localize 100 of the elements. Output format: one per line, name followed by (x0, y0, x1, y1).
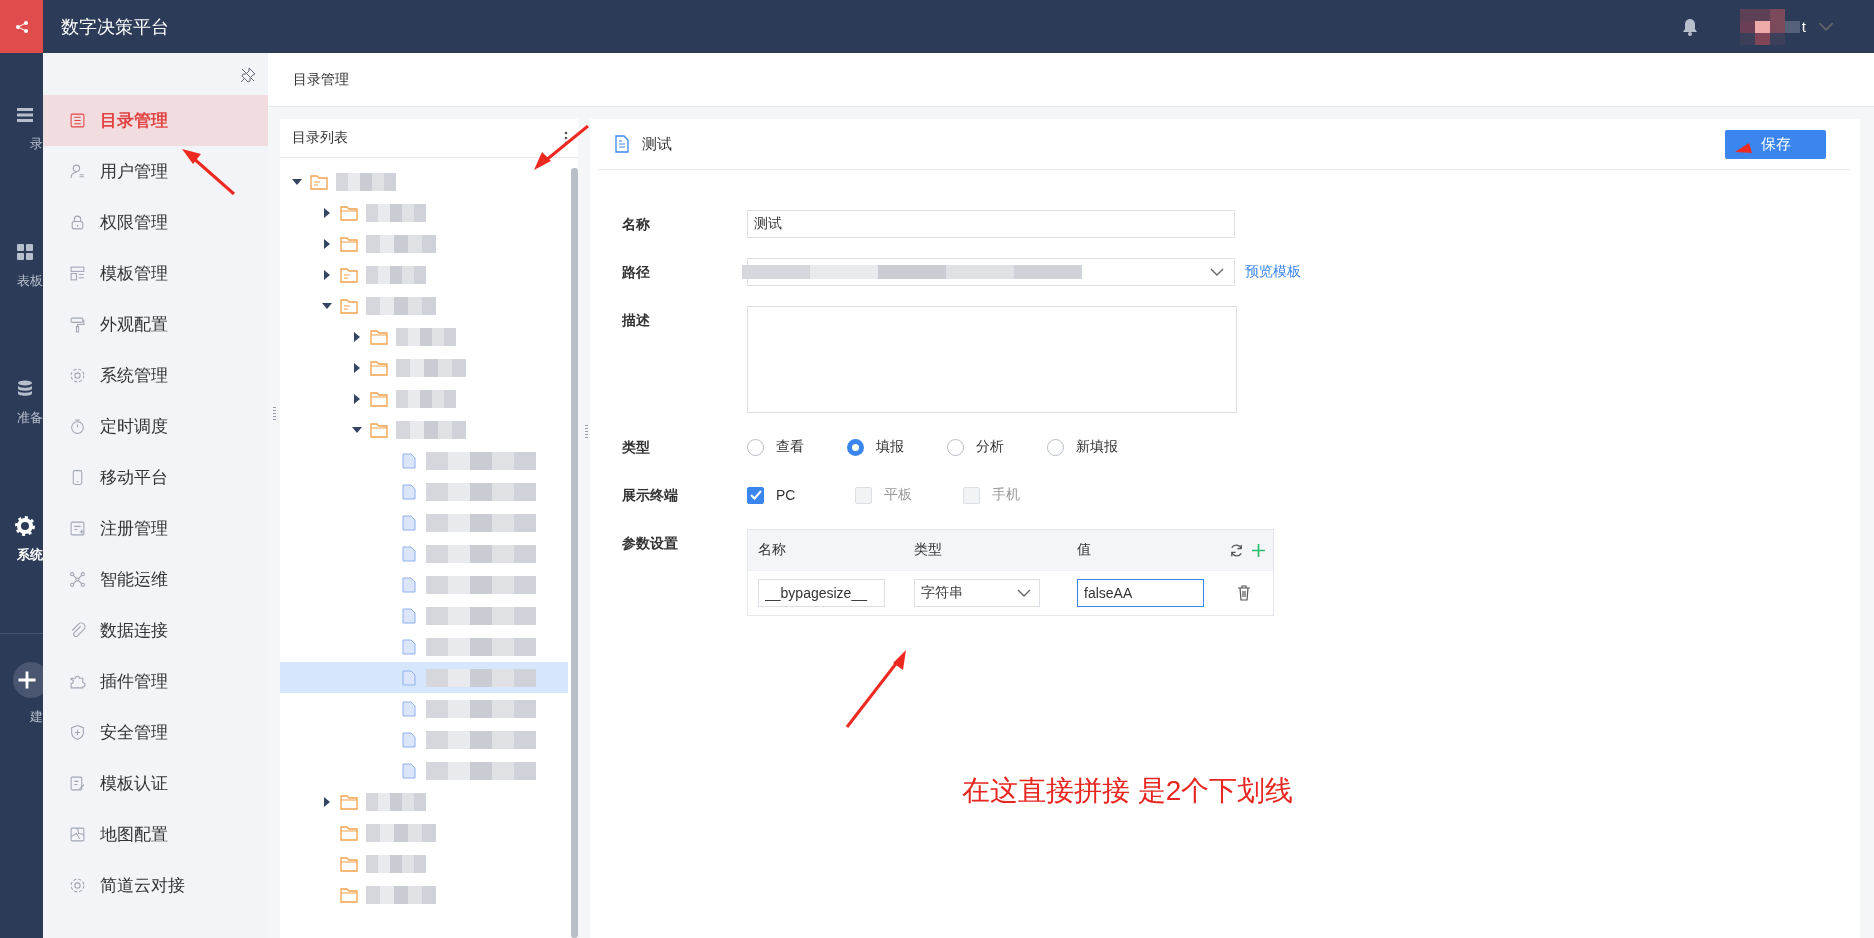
param-value-field[interactable]: falseAA (1077, 579, 1204, 607)
file-icon (400, 607, 418, 624)
folder-icon (370, 359, 388, 376)
gear-icon (69, 367, 86, 384)
nav-item[interactable]: 智能运维 (43, 554, 268, 605)
caret-down-icon[interactable] (292, 176, 302, 187)
rail-item[interactable]: 录 (15, 105, 43, 242)
file-icon (400, 762, 418, 779)
field-label: 路径 (622, 263, 651, 282)
rail-item[interactable]: 表板 (15, 242, 43, 379)
folder-icon (340, 824, 358, 841)
option-label: 手机 (992, 486, 1020, 504)
checkbox[interactable] (747, 486, 764, 504)
dashboard-icon (15, 242, 35, 262)
param-type-select[interactable]: 字符串 (914, 579, 1040, 607)
folder-icon (370, 421, 388, 438)
resize-handle[interactable] (585, 425, 588, 439)
file-icon (400, 514, 418, 531)
folder-icon (370, 390, 388, 407)
redacted-avatar (1739, 8, 1800, 45)
caret-right-icon[interactable] (322, 238, 332, 249)
caret-right-icon[interactable] (322, 269, 332, 280)
caret-right-icon[interactable] (352, 362, 362, 373)
nav-item[interactable]: 地图配置 (43, 809, 268, 860)
user-icon (69, 163, 86, 180)
file-icon (400, 700, 418, 717)
shield-icon (69, 724, 86, 741)
trash-icon[interactable] (1237, 585, 1251, 601)
chevron-down-icon (1818, 21, 1834, 32)
field-label: 类型 (622, 438, 651, 457)
add-icon[interactable] (1251, 542, 1266, 558)
file-icon (400, 731, 418, 748)
folder-icon (310, 173, 328, 190)
chevron-down-icon (1017, 588, 1031, 598)
caret-right-icon[interactable] (322, 796, 332, 807)
nav-item[interactable]: 安全管理 (43, 707, 268, 758)
caret-down-icon[interactable] (322, 300, 332, 311)
nav-item[interactable]: 移动平台 (43, 452, 268, 503)
file-icon (400, 576, 418, 593)
tree-row[interactable] (280, 662, 568, 693)
caret-right-icon[interactable] (352, 331, 362, 342)
rail-item[interactable]: 系统 (15, 516, 43, 653)
annotation-arrow (534, 124, 589, 170)
nav-item[interactable]: 数据连接 (43, 605, 268, 656)
nav-item[interactable]: 模板认证 (43, 758, 268, 809)
panel-title: 目录列表 (292, 129, 348, 147)
user-name[interactable]: t (1801, 18, 1806, 35)
database-icon (15, 379, 35, 399)
folder-icon (340, 266, 358, 283)
file-icon (400, 483, 418, 500)
puzzle-icon (69, 673, 86, 690)
file-icon (400, 452, 418, 469)
gear-icon (15, 516, 35, 536)
document-icon (69, 520, 86, 537)
folder-icon (340, 235, 358, 252)
caret-right-icon[interactable] (322, 207, 332, 218)
annotation-arrow (182, 149, 235, 196)
nav-item[interactable]: 插件管理 (43, 656, 268, 707)
redacted-label (396, 420, 466, 439)
option-label: 填报 (876, 438, 904, 456)
redacted-label (366, 234, 436, 253)
redacted-label (366, 203, 426, 222)
redacted-label (396, 389, 456, 408)
pin-icon[interactable] (240, 67, 256, 83)
nav-item[interactable]: 权限管理 (43, 197, 268, 248)
field-label: 参数设置 (622, 534, 679, 553)
file-icon (400, 638, 418, 655)
description-field[interactable] (747, 306, 1237, 413)
option-label: 查看 (776, 438, 804, 456)
nav-item[interactable]: 系统管理 (43, 350, 268, 401)
breadcrumb: 目录管理 (293, 70, 349, 89)
param-name-field[interactable]: __bypagesize__ (758, 579, 885, 607)
name-field[interactable]: 测试 (747, 210, 1235, 238)
column-header: 值 (1077, 541, 1092, 559)
rail-item[interactable]: 准备 (15, 379, 43, 516)
nav-item[interactable]: 外观配置 (43, 299, 268, 350)
chevron-down-icon (1210, 267, 1224, 277)
radio-button[interactable] (847, 438, 864, 456)
nav-item[interactable]: 定时调度 (43, 401, 268, 452)
scrollbar[interactable] (571, 168, 578, 938)
resize-handle[interactable] (273, 407, 276, 421)
folder-icon (340, 855, 358, 872)
network-icon (69, 571, 86, 588)
refresh-icon[interactable] (1229, 542, 1244, 558)
stopwatch-icon (69, 418, 86, 435)
nav-item[interactable]: 简道云对接 (43, 860, 268, 911)
preview-link[interactable]: 预览模板 (1245, 263, 1301, 281)
save-button[interactable]: 保存 (1725, 129, 1826, 159)
option-label: 平板 (884, 486, 912, 504)
column-header: 类型 (914, 541, 943, 559)
file-icon (400, 545, 418, 562)
caret-down-icon[interactable] (352, 424, 362, 435)
option-label: 分析 (976, 438, 1004, 456)
annotation-arrow (1735, 143, 1752, 153)
field-label: 展示终端 (622, 486, 679, 505)
bell-icon[interactable] (1681, 17, 1698, 36)
nav-item[interactable]: 用户管理 (43, 146, 268, 197)
nav-item[interactable]: 注册管理 (43, 503, 268, 554)
caret-right-icon[interactable] (352, 393, 362, 404)
nav-item[interactable]: 模板管理 (43, 248, 268, 299)
